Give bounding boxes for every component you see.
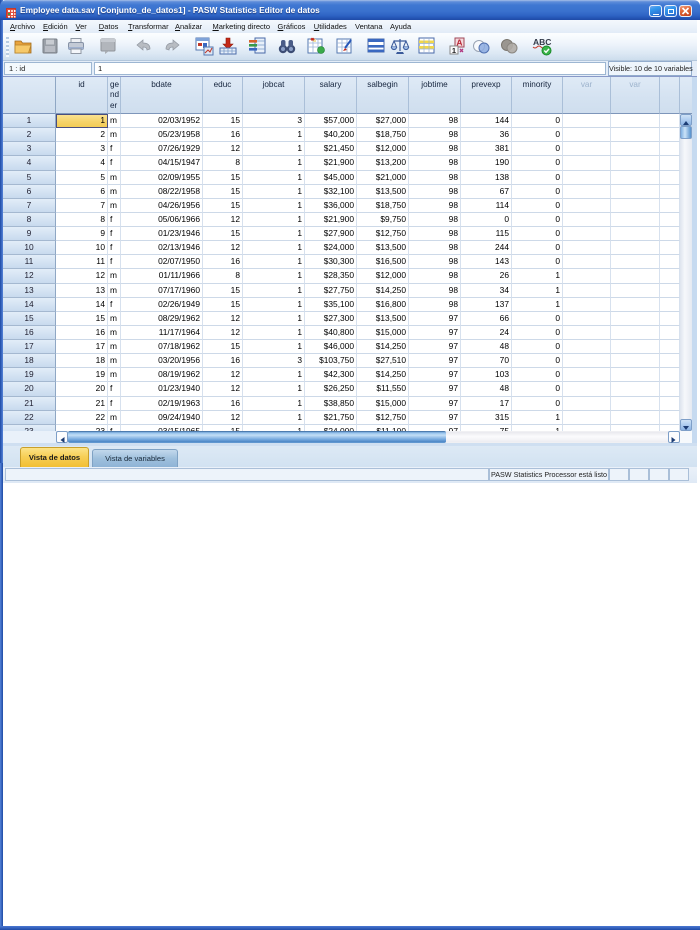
svg-text:1: 1	[452, 46, 456, 55]
svg-text:ABC: ABC	[533, 37, 551, 47]
